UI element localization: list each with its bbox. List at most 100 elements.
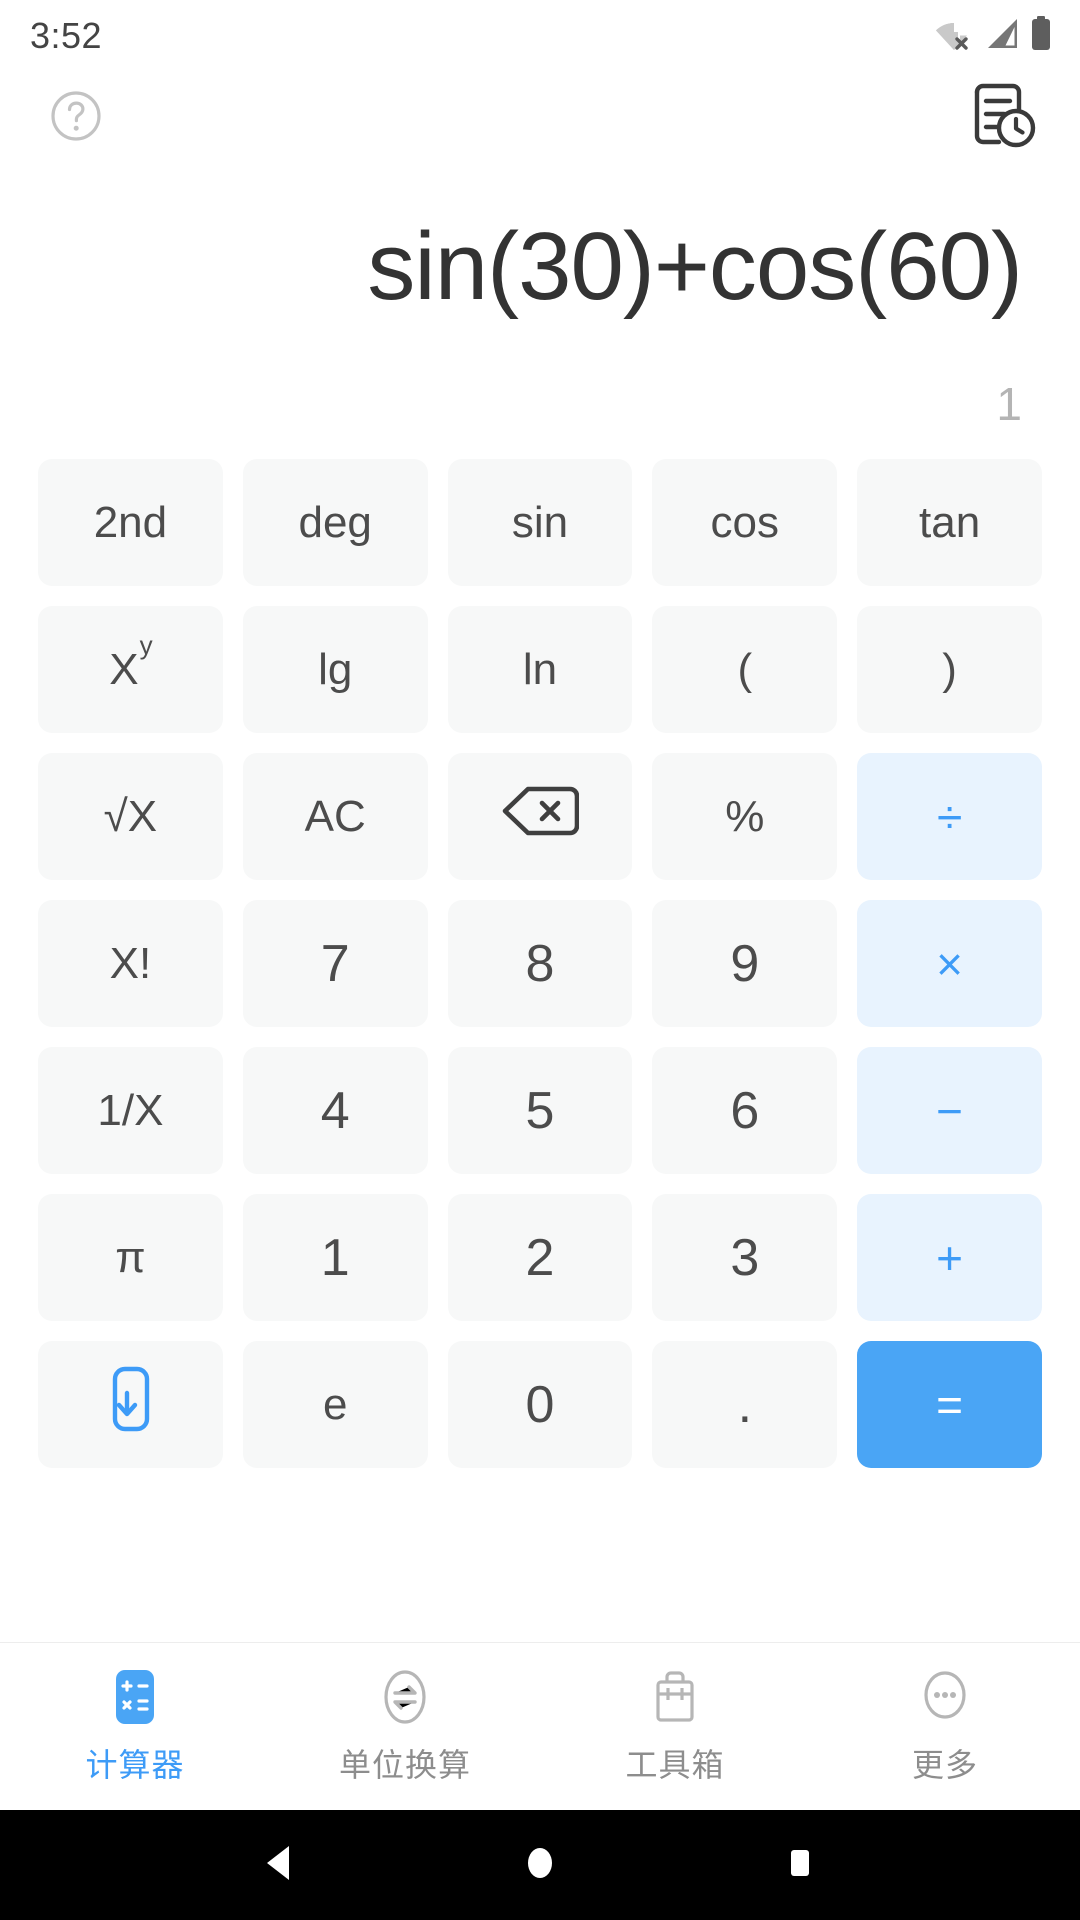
- status-time: 3:52: [30, 15, 103, 56]
- key-multiply[interactable]: ×: [857, 900, 1042, 1028]
- key-2nd[interactable]: 2nd: [38, 459, 223, 587]
- key-label: tan: [919, 497, 981, 547]
- result-text: 1: [996, 378, 1022, 431]
- expression-text[interactable]: sin(30)+cos(60): [58, 210, 1022, 323]
- status-icons: [934, 15, 1052, 57]
- key-close-paren[interactable]: ): [857, 606, 1042, 734]
- convert-icon: [384, 1669, 426, 1724]
- key-equals[interactable]: =: [857, 1341, 1042, 1469]
- key-percent[interactable]: %: [652, 753, 838, 881]
- key-label: 0: [525, 1375, 555, 1434]
- tab-label: 工具箱: [625, 1746, 725, 1783]
- key-sin[interactable]: sin: [447, 459, 633, 587]
- key-label: ×: [936, 937, 964, 990]
- key-backspace[interactable]: [447, 753, 633, 881]
- key-3[interactable]: 3: [652, 1194, 838, 1322]
- tab-toolbox[interactable]: 工具箱: [540, 1668, 810, 1786]
- calculator-icon: [108, 1668, 162, 1726]
- key-label: 6: [730, 1081, 760, 1140]
- nav-back-button[interactable]: [220, 1810, 340, 1920]
- key-all-clear[interactable]: AC: [242, 753, 428, 881]
- key-label: 9: [730, 934, 760, 993]
- key-label: .: [737, 1375, 753, 1434]
- key-1[interactable]: 1: [242, 1194, 428, 1322]
- help-button[interactable]: [48, 90, 104, 146]
- help-circle-icon: [49, 89, 103, 148]
- key-power[interactable]: Xy: [38, 606, 223, 734]
- key-divide[interactable]: ÷: [857, 753, 1042, 881]
- back-triangle-icon: [257, 1840, 303, 1891]
- recents-square-icon: [777, 1840, 823, 1891]
- key-6[interactable]: 6: [652, 1047, 838, 1175]
- key-reciprocal[interactable]: 1/X: [38, 1047, 223, 1175]
- key-label: ): [942, 644, 957, 694]
- wifi-off-icon: [934, 17, 974, 56]
- key-label: −: [936, 1084, 964, 1137]
- toolbox-icon: [656, 1670, 694, 1722]
- keypad-collapse-icon: [103, 1365, 157, 1444]
- tab-label: 单位换算: [338, 1746, 471, 1783]
- status-bar: 3:52: [0, 0, 1080, 72]
- tab-unit-conversion[interactable]: 单位换算: [270, 1668, 540, 1786]
- key-minus[interactable]: −: [857, 1047, 1042, 1175]
- more-icon: [924, 1670, 966, 1719]
- key-e[interactable]: e: [242, 1341, 428, 1469]
- key-label: Xy: [109, 630, 153, 694]
- key-label: 2nd: [93, 497, 168, 547]
- key-label: 3: [730, 1228, 760, 1287]
- home-circle-icon: [517, 1840, 563, 1891]
- key-deg[interactable]: deg: [242, 459, 428, 587]
- key-label: sin: [511, 497, 569, 547]
- nav-recents-button[interactable]: [740, 1810, 860, 1920]
- toolbox-icon: [647, 1668, 703, 1726]
- keypad: 2nd deg sin cos tan Xy lg ln () √X AC % ÷ X! 7 8 9 × 1/X 4…: [0, 431, 1080, 1469]
- tab-calculator[interactable]: 计算器: [0, 1668, 270, 1786]
- key-plus[interactable]: +: [857, 1194, 1042, 1322]
- calculator-icon: [116, 1669, 154, 1724]
- key-label: +: [936, 1231, 964, 1284]
- key-label: ÷: [936, 790, 963, 843]
- key-5[interactable]: 5: [447, 1047, 633, 1175]
- backspace-icon: [502, 786, 580, 836]
- top-bar: [0, 72, 1080, 164]
- more-icon: [916, 1668, 974, 1726]
- key-label: AC: [304, 791, 366, 841]
- key-label: deg: [298, 497, 372, 547]
- tab-more[interactable]: 更多: [810, 1668, 1080, 1786]
- key-pi[interactable]: π: [38, 1194, 223, 1322]
- key-0[interactable]: 0: [447, 1341, 633, 1469]
- key-label: lg: [318, 644, 353, 694]
- key-label: =: [936, 1378, 964, 1431]
- key-collapse-keypad[interactable]: [38, 1341, 223, 1469]
- key-ln[interactable]: ln: [447, 606, 633, 734]
- key-label: %: [725, 791, 765, 841]
- key-decimal[interactable]: .: [652, 1341, 838, 1469]
- key-factorial[interactable]: X!: [38, 900, 223, 1028]
- calculator-app: 3:52 sin(30)+cos(60) 1 2nd deg sin cos t…: [0, 0, 1080, 1920]
- nav-home-button[interactable]: [480, 1810, 600, 1920]
- key-label: 8: [525, 934, 555, 993]
- key-label: 5: [525, 1081, 555, 1140]
- key-label: 1/X: [97, 1085, 164, 1135]
- key-label: (: [737, 644, 753, 694]
- key-tan[interactable]: tan: [857, 459, 1042, 587]
- key-9[interactable]: 9: [652, 900, 838, 1028]
- key-cos[interactable]: cos: [652, 459, 838, 587]
- key-2[interactable]: 2: [447, 1194, 633, 1322]
- key-sqrt[interactable]: √X: [38, 753, 223, 881]
- history-button[interactable]: [968, 82, 1040, 154]
- tab-label: 计算器: [85, 1746, 185, 1783]
- key-label: 2: [525, 1228, 555, 1287]
- key-7[interactable]: 7: [242, 900, 428, 1028]
- tab-label: 更多: [911, 1746, 978, 1783]
- key-open-paren[interactable]: (: [652, 606, 838, 734]
- keypad-collapse-icon: [113, 1367, 150, 1432]
- key-label: 1: [320, 1228, 350, 1287]
- key-8[interactable]: 8: [447, 900, 633, 1028]
- key-lg[interactable]: lg: [242, 606, 428, 734]
- key-label: ln: [522, 644, 558, 694]
- key-label: cos: [710, 497, 780, 547]
- signal-icon: [984, 17, 1020, 56]
- key-4[interactable]: 4: [242, 1047, 428, 1175]
- convert-icon: [376, 1668, 434, 1726]
